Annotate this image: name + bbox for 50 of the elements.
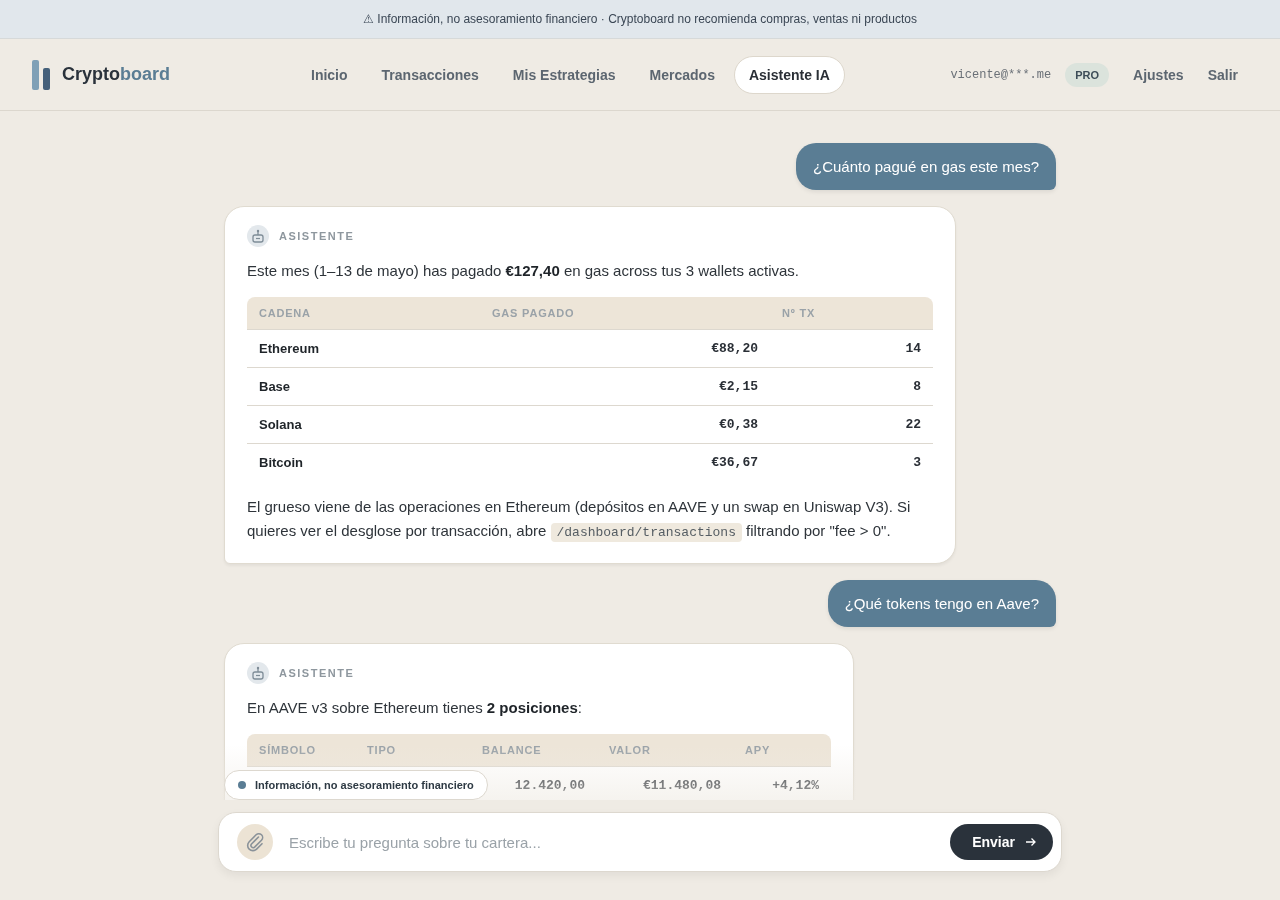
table-cell-text: €0,38 (718, 416, 759, 434)
column-header: VALOR (597, 734, 733, 766)
inline-code: /dashboard/transactions (550, 523, 742, 542)
table-cell-text: €2,15 (718, 378, 759, 396)
user-message: ¿Qué tokens tengo en Aave? (827, 580, 1056, 627)
table-cell-text: €36,67 (710, 454, 759, 472)
status-dot (238, 781, 246, 789)
plan-badge: PRO (1065, 62, 1110, 87)
nav-tab[interactable]: Transacciones (366, 55, 494, 94)
nav-tab[interactable]: Mercados (634, 55, 730, 94)
robot-icon (247, 225, 269, 247)
message-input[interactable]: Escribe tu pregunta sobre tu cartera... (287, 832, 937, 852)
robot-icon (247, 662, 269, 684)
header-link[interactable]: Ajustes (1133, 66, 1184, 83)
attach-button[interactable] (237, 824, 273, 860)
column-header: APY (733, 734, 831, 766)
arrow-icon (1025, 837, 1037, 847)
table-cell-text: €11.480,08 (642, 777, 722, 795)
message-text: El grueso viene de las operaciones en Ethereum (depósitos en AAVE y un swap en Uniswap V3). Si quieres ver el desglose por transacción, abre /dashboard/transactions filtrando por "fee > 0". (247, 497, 912, 544)
table-cell-text: Ethereum (258, 340, 320, 358)
table-cell-text: €88,20 (710, 340, 759, 358)
message-text: Este mes (1–13 de mayo) has pagado €127,40 en gas across tus 3 wallets activas. (247, 261, 800, 281)
column-header: BALANCE (470, 734, 597, 766)
message-text: En AAVE v3 sobre Ethereum tienes 2 posiciones: (247, 698, 583, 718)
table-cell-text: 22 (904, 416, 922, 434)
send-button[interactable]: Enviar (950, 824, 1053, 860)
table-cell-text: 8 (912, 378, 922, 396)
table-cell-text: Bitcoin (258, 454, 305, 472)
nav-tab[interactable]: Asistente IA (733, 55, 845, 94)
table-cell-text: 3 (912, 454, 922, 472)
header-link[interactable]: Salir (1207, 66, 1238, 83)
author-label: ASISTENTE (279, 230, 355, 242)
table-cell-text: +4,12% (771, 777, 820, 795)
disclaimer-text: Información, no asesoramiento financiero (255, 779, 474, 791)
column-header: CADENA (247, 297, 480, 329)
table-cell-text: Solana (258, 416, 303, 434)
column-header: TIPO (355, 734, 470, 766)
nav-tab[interactable]: Inicio (296, 55, 363, 94)
table-cell-text: 14 (904, 340, 922, 358)
user-email: vicente@***.me (950, 67, 1052, 82)
column-header: GAS PAGADO (480, 297, 770, 329)
brand-name: Cryptoboard (62, 64, 170, 85)
logo-icon (32, 59, 52, 90)
user-message: ¿Cuánto pagué en gas este mes? (796, 143, 1056, 190)
author-label: ASISTENTE (279, 667, 355, 679)
nav-tab[interactable]: Mis Estrategias (497, 55, 631, 94)
column-header: SÍMBOLO (247, 734, 355, 766)
disclaimer-banner-text: ⚠ Información, no asesoramiento financiero · Cryptoboard no recomienda compras, ventas ni productos (363, 12, 917, 26)
column-header: Nº TX (770, 297, 933, 329)
table-cell-text: Base (258, 378, 292, 396)
